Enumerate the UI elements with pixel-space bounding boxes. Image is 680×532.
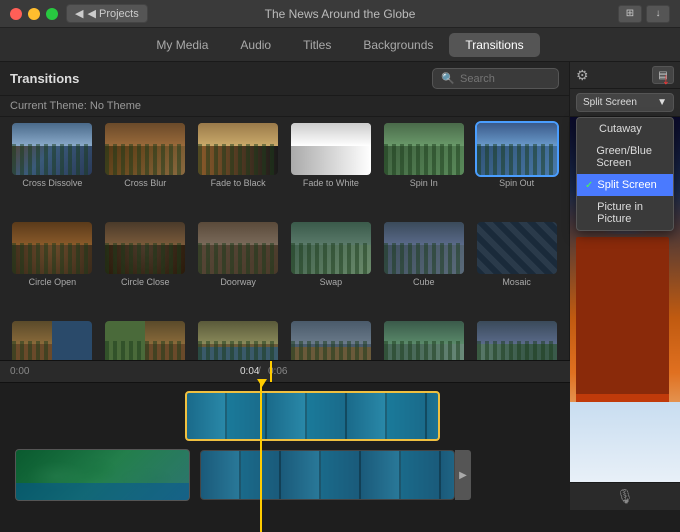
- window-title: The News Around the Globe: [265, 7, 416, 21]
- tab-transitions[interactable]: Transitions: [449, 33, 539, 57]
- handle-arrow-icon: ▶: [459, 470, 467, 481]
- right-panel: ⚙ ▤ Split Screen ▼ ↓ Cutaway Green/B: [570, 62, 680, 510]
- dropdown-item-split-screen[interactable]: ✓ Split Screen: [577, 174, 673, 196]
- search-icon: 🔍: [441, 72, 455, 85]
- transition-cross-dissolve[interactable]: Cross Dissolve: [8, 123, 97, 218]
- transition-fade-black[interactable]: Fade to Black: [194, 123, 283, 218]
- playhead-marker: [270, 361, 272, 382]
- video-clip-selected[interactable]: [185, 391, 440, 441]
- dropdown-selected-label: Split Screen: [583, 97, 637, 108]
- panel-header: Transitions 🔍: [0, 62, 569, 96]
- transition-cross-blur[interactable]: Cross Blur: [101, 123, 190, 218]
- maximize-button[interactable]: [46, 8, 58, 20]
- tab-audio[interactable]: Audio: [224, 33, 287, 57]
- titlebar-icons: ⊞ ↓: [618, 5, 680, 23]
- close-button[interactable]: [10, 8, 22, 20]
- dropdown-container: Split Screen ▼ ↓ Cutaway Green/Blue Scre…: [570, 89, 680, 117]
- playhead-time: 0:04: [240, 366, 259, 377]
- minimize-button[interactable]: [28, 8, 40, 20]
- preview-snow: [570, 402, 680, 482]
- waterfall-clip[interactable]: [200, 450, 455, 500]
- panel-title: Transitions: [10, 71, 79, 86]
- projects-button[interactable]: ◀ ◀ Projects: [66, 4, 148, 23]
- transition-circle-close[interactable]: Circle Close: [101, 222, 190, 317]
- transition-doorway[interactable]: Doorway: [194, 222, 283, 317]
- preview-house-body: [576, 237, 670, 401]
- waterfall-clip-dividers: [201, 451, 454, 499]
- chevron-left-icon: ◀: [75, 7, 83, 20]
- upper-track: [185, 391, 560, 441]
- timeline-start: 0:00: [10, 366, 29, 377]
- search-input[interactable]: [460, 73, 550, 85]
- transition-spin-out[interactable]: Spin Out: [472, 123, 561, 218]
- split-screen-dropdown[interactable]: Split Screen ▼: [576, 93, 674, 112]
- theme-label: Current Theme: No Theme: [0, 96, 569, 117]
- transition-mosaic[interactable]: Mosaic: [472, 222, 561, 317]
- search-box[interactable]: 🔍: [432, 68, 559, 89]
- settings-icon[interactable]: ⚙: [576, 67, 589, 84]
- share-icon-btn[interactable]: ↓: [646, 5, 670, 23]
- toolbar: My Media Audio Titles Backgrounds Transi…: [0, 28, 680, 62]
- world-map-clip[interactable]: [15, 449, 190, 501]
- transition-spin-in[interactable]: Spin In: [379, 123, 468, 218]
- dropdown-item-cutaway[interactable]: Cutaway: [577, 118, 673, 140]
- dropdown-item-green-blue[interactable]: Green/Blue Screen: [577, 140, 673, 174]
- dropdown-item-pip[interactable]: Picture in Picture: [577, 196, 673, 230]
- clip-end-handle[interactable]: ▶: [455, 450, 471, 500]
- lower-track: ▶: [10, 449, 560, 501]
- projects-label: ◀ Projects: [87, 7, 138, 20]
- mic-area: 🎙: [570, 482, 680, 510]
- timeline-tracks: ▶: [0, 383, 570, 509]
- red-arrow-indicator: ↓: [662, 71, 670, 89]
- titlebar: ◀ ◀ Projects ⊞ ↓ The News Around the Glo…: [0, 0, 680, 28]
- tab-titles[interactable]: Titles: [287, 33, 347, 57]
- timeline-ruler: 0:00 0:04 / 0:06: [0, 361, 570, 383]
- tab-my-media[interactable]: My Media: [140, 33, 224, 57]
- traffic-lights: [0, 8, 58, 20]
- import-icon-btn[interactable]: ⊞: [618, 5, 642, 23]
- dropdown-menu: Cutaway Green/Blue Screen ✓ Split Screen…: [576, 117, 674, 231]
- transition-swap[interactable]: Swap: [287, 222, 376, 317]
- transition-fade-white[interactable]: Fade to White: [287, 123, 376, 218]
- time-divider: /: [258, 366, 261, 377]
- transition-circle-open[interactable]: Circle Open: [8, 222, 97, 317]
- video-clip-pattern: [187, 393, 438, 439]
- tab-backgrounds[interactable]: Backgrounds: [347, 33, 449, 57]
- world-ocean-bottom: [16, 483, 189, 501]
- timeline-playhead-head: [257, 379, 267, 387]
- timeline-area: 0:00 0:04 / 0:06: [0, 360, 570, 510]
- chevron-down-icon: ▼: [657, 97, 667, 108]
- microphone-icon[interactable]: 🎙: [616, 488, 634, 505]
- check-icon: ✓: [585, 180, 593, 191]
- preview-house-roof: [576, 394, 670, 402]
- transition-cube[interactable]: Cube: [379, 222, 468, 317]
